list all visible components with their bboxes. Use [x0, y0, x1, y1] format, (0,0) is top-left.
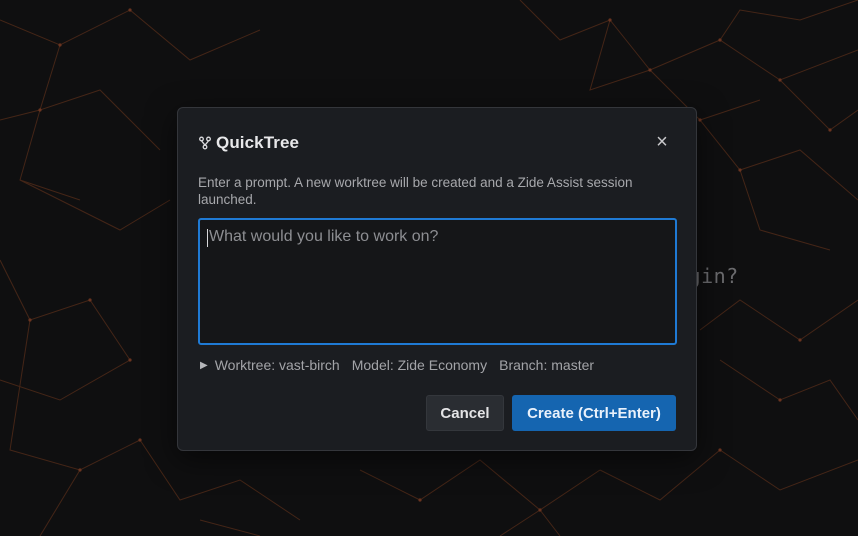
quicktree-dialog: QuickTree × Enter a prompt. A new worktr…: [177, 107, 697, 451]
close-icon[interactable]: ×: [654, 132, 670, 152]
create-button[interactable]: Create (Ctrl+Enter): [512, 395, 676, 431]
prompt-input[interactable]: [198, 218, 677, 345]
expand-toggle-icon[interactable]: ▶: [200, 360, 208, 371]
model-label: Model: Zide Economy: [351, 357, 488, 373]
worktree-label: Worktree: vast-birch: [214, 357, 340, 373]
worktree-meta-row: ▶ Worktree: vast-birch Model: Zide Econo…: [200, 356, 606, 374]
branch-label: Branch: master: [499, 357, 595, 373]
text-caret: [207, 229, 208, 247]
git-branch-icon: [198, 136, 212, 150]
dialog-description: Enter a prompt. A new worktree will be c…: [198, 175, 633, 207]
dialog-header: QuickTree: [198, 132, 299, 154]
dialog-title: QuickTree: [216, 133, 300, 152]
cancel-button[interactable]: Cancel: [426, 395, 504, 431]
app-background: egin? QuickTree × Enter a prompt. A new …: [0, 0, 858, 536]
